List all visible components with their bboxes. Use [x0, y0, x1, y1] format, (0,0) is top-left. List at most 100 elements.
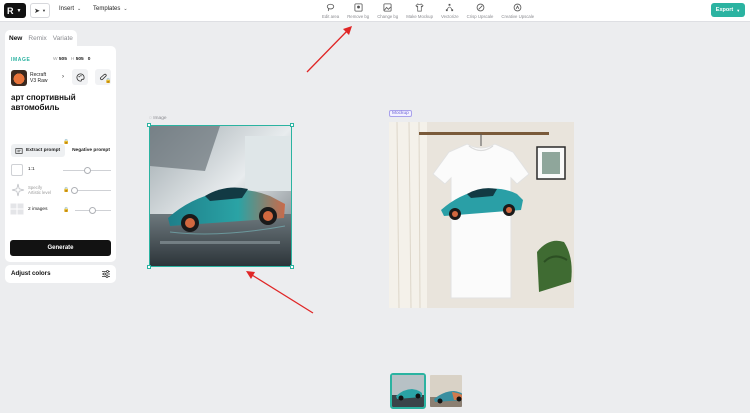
- section-label-image: IMAGE: [11, 57, 31, 63]
- slider-knob[interactable]: [71, 187, 78, 194]
- images-count-value: 2 images: [28, 207, 48, 212]
- slider-knob[interactable]: [84, 167, 91, 174]
- templates-menu[interactable]: Templates ⌄: [93, 6, 128, 12]
- chevron-down-icon: ▼: [16, 7, 22, 14]
- car-image: [150, 126, 291, 266]
- mockup-shirt-icon: [415, 3, 424, 12]
- tool-crisp-upscale[interactable]: Crisp Upscale: [463, 0, 498, 22]
- tool-edit-area[interactable]: Edit area: [318, 0, 343, 22]
- logo-letter: R: [7, 5, 14, 16]
- thumbnail-car-alt[interactable]: [428, 373, 464, 409]
- negative-prompt-button[interactable]: Negative prompt: [69, 144, 113, 157]
- lock-icon: 🔒: [105, 78, 112, 84]
- resize-handle[interactable]: [147, 123, 151, 127]
- tool-label: Remove bg: [347, 14, 370, 19]
- width-label: W: [53, 57, 58, 62]
- model-selector[interactable]: Recraft V3 Raw: [30, 72, 48, 84]
- lock-icon: 🔒: [63, 187, 70, 193]
- resize-handle[interactable]: [147, 265, 151, 269]
- artistic-line2: Artistic level: [28, 190, 51, 195]
- tool-label: Change bg: [377, 14, 399, 19]
- tool-label: Creative Upscale: [501, 14, 535, 19]
- tool-make-mockup[interactable]: Make Mockup: [402, 0, 437, 22]
- aspect-ratio-value: 1:1: [28, 167, 35, 172]
- generation-panel: IMAGE W 505 H 505 0 Recraft V3 Raw › 🔒 а…: [5, 46, 116, 280]
- arrow-to-image: [246, 271, 314, 314]
- slider-knob[interactable]: [89, 207, 96, 214]
- artistic-level-slider[interactable]: [71, 187, 111, 194]
- extract-prompt-label: Extract prompt: [26, 148, 61, 153]
- mockup-image-tshirt[interactable]: [389, 122, 574, 308]
- images-count-slider[interactable]: [75, 207, 111, 214]
- app-logo-menu[interactable]: R ▼: [4, 3, 26, 18]
- sliders-icon: [102, 270, 110, 278]
- color-palette-button[interactable]: [72, 69, 88, 85]
- adjust-colors-section[interactable]: Adjust colors: [5, 265, 116, 283]
- arrow-to-remove-bg: [306, 26, 352, 73]
- tshirt-mockup: [389, 122, 574, 308]
- resize-handle[interactable]: [290, 265, 294, 269]
- aspect-ratio-icon[interactable]: [11, 164, 23, 176]
- mode-tabs: New Remix Variate: [5, 30, 77, 46]
- generated-image-car[interactable]: [149, 125, 292, 267]
- width-value: 505: [58, 57, 67, 62]
- creative-upscale-icon: [513, 3, 522, 12]
- generate-button[interactable]: Generate: [10, 240, 111, 256]
- thumbnail-car-image: [392, 375, 424, 407]
- thumbnail-strip: [390, 373, 464, 409]
- tool-vectorize[interactable]: Vectorize: [437, 0, 463, 22]
- extra-value: 0: [87, 57, 91, 62]
- export-label: Export: [715, 7, 734, 13]
- tool-change-bg[interactable]: Change bg: [373, 0, 402, 22]
- thumbnail-car-alt-image: [430, 375, 462, 407]
- height-field[interactable]: H 505: [71, 57, 84, 62]
- image-frame-label: ◌ Image: [149, 116, 167, 121]
- chevron-right-icon[interactable]: ›: [62, 74, 64, 80]
- insert-menu[interactable]: Insert ⌄: [59, 6, 81, 12]
- export-button[interactable]: Export ▼: [711, 3, 745, 17]
- images-count-icon: [10, 203, 24, 215]
- tab-new[interactable]: New: [9, 35, 22, 42]
- thumbnail-car[interactable]: [390, 373, 426, 409]
- remove-bg-icon: [354, 3, 363, 12]
- tab-remix[interactable]: Remix: [28, 35, 46, 42]
- width-field[interactable]: W 505: [53, 57, 67, 62]
- image-tools: Edit area Remove bg Change bg Make Mocku…: [318, 0, 538, 22]
- change-bg-icon: [383, 3, 392, 12]
- model-thumbnail[interactable]: [11, 70, 27, 86]
- tool-label: Vectorize: [440, 14, 459, 19]
- chevron-down-icon: ▼: [736, 7, 741, 13]
- tool-label: Edit area: [322, 14, 340, 19]
- model-name-line2: V3 Raw: [30, 78, 48, 84]
- chevron-down-icon: ▼: [41, 8, 46, 13]
- negative-prompt-label: Negative prompt: [72, 148, 110, 153]
- templates-label: Templates: [93, 6, 121, 12]
- tool-label: Make Mockup: [406, 14, 433, 19]
- aspect-ratio-slider[interactable]: [63, 167, 111, 174]
- adjust-colors-label: Adjust colors: [11, 270, 51, 277]
- sparkle-icon: [11, 183, 25, 197]
- tool-creative-upscale[interactable]: Creative Upscale: [497, 0, 538, 22]
- tool-remove-bg[interactable]: Remove bg: [343, 0, 373, 22]
- tab-variate[interactable]: Variate: [53, 35, 73, 42]
- dimension-inputs: W 505 H 505 0: [53, 57, 90, 62]
- extract-prompt-button[interactable]: Extract prompt 🔒: [11, 139, 69, 157]
- height-label: H: [70, 57, 75, 62]
- image-label-text: Image: [153, 116, 167, 121]
- extract-icon: [15, 147, 23, 154]
- chevron-down-icon: ⌄: [123, 6, 128, 12]
- prompt-input[interactable]: арт спортивный автомобиль: [11, 93, 111, 113]
- palette-icon: [76, 72, 85, 82]
- pointer-tool-button[interactable]: ➤ ▼: [30, 3, 50, 18]
- height-value: 505: [75, 57, 84, 62]
- vectorize-icon: [446, 3, 454, 12]
- chevron-down-icon: ⌄: [77, 6, 82, 12]
- resize-handle[interactable]: [290, 123, 294, 127]
- mockup-frame-label: Mockup: [389, 110, 412, 117]
- image-frame-icon: ◌: [149, 116, 152, 121]
- crisp-upscale-icon: [476, 3, 484, 12]
- artistic-level-control[interactable]: Specify Artistic level: [28, 185, 51, 195]
- attach-image-button[interactable]: 🔒: [95, 69, 111, 85]
- lasso-icon: [326, 3, 335, 12]
- cursor-icon: ➤: [34, 7, 40, 15]
